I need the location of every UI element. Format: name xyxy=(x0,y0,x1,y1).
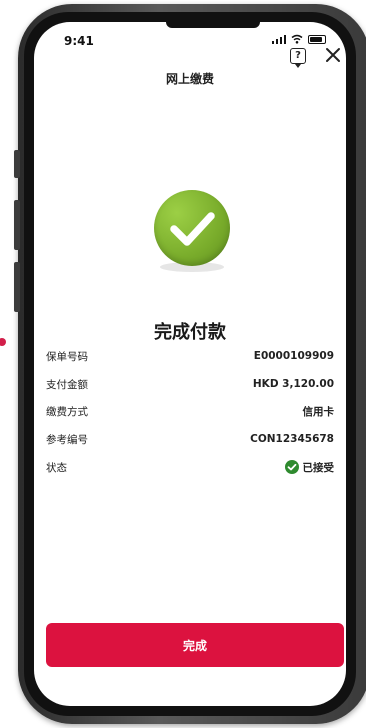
status-badge: 已接受 xyxy=(284,460,335,475)
detail-label: 参考编号 xyxy=(46,433,88,446)
page-title: 网上缴费 xyxy=(165,72,214,86)
detail-row-status: 状态 已接受 xyxy=(46,457,334,477)
signal-icon xyxy=(271,34,286,44)
detail-row-payment-method: 缴费方式 信用卡 xyxy=(46,401,334,421)
check-circle-icon xyxy=(284,460,299,474)
detail-row-amount: 支付金额 HKD 3,120.00 xyxy=(46,374,334,394)
detail-value: E0000109909 xyxy=(253,350,334,362)
detail-value: CON12345678 xyxy=(250,433,334,445)
side-button xyxy=(14,150,20,178)
detail-label: 缴费方式 xyxy=(46,405,88,418)
detail-value: HKD 3,120.00 xyxy=(252,378,334,390)
done-button[interactable]: 完成 xyxy=(46,623,344,667)
help-icon[interactable]: ? xyxy=(290,48,306,68)
notch xyxy=(166,22,260,28)
detail-row-reference: 参考编号 CON12345678 xyxy=(46,429,334,449)
detail-label: 保单号码 xyxy=(46,350,88,363)
result-title: 完成付款 xyxy=(154,322,226,343)
stage: 9:41 网上缴费 ? 完成付款 保单号码 E0000109909 支付金额 H… xyxy=(0,0,366,728)
battery-icon xyxy=(308,34,326,44)
side-button xyxy=(14,200,20,250)
detail-label: 支付金额 xyxy=(46,378,88,391)
status-time: 9:41 xyxy=(64,34,94,48)
indicator-dot xyxy=(0,338,6,346)
phone-screen: 9:41 网上缴费 ? 完成付款 保单号码 E0000109909 支付金额 H… xyxy=(34,22,346,706)
close-icon[interactable] xyxy=(324,46,342,64)
detail-label: 状态 xyxy=(46,461,67,474)
success-check-icon xyxy=(154,190,230,266)
detail-row-policy-number: 保单号码 E0000109909 xyxy=(46,346,334,366)
status-icons xyxy=(271,34,326,44)
success-icon-wrap xyxy=(154,190,230,280)
side-button xyxy=(14,262,20,312)
status-text: 已接受 xyxy=(302,461,335,474)
detail-value: 信用卡 xyxy=(302,405,335,418)
wifi-icon xyxy=(291,34,303,44)
